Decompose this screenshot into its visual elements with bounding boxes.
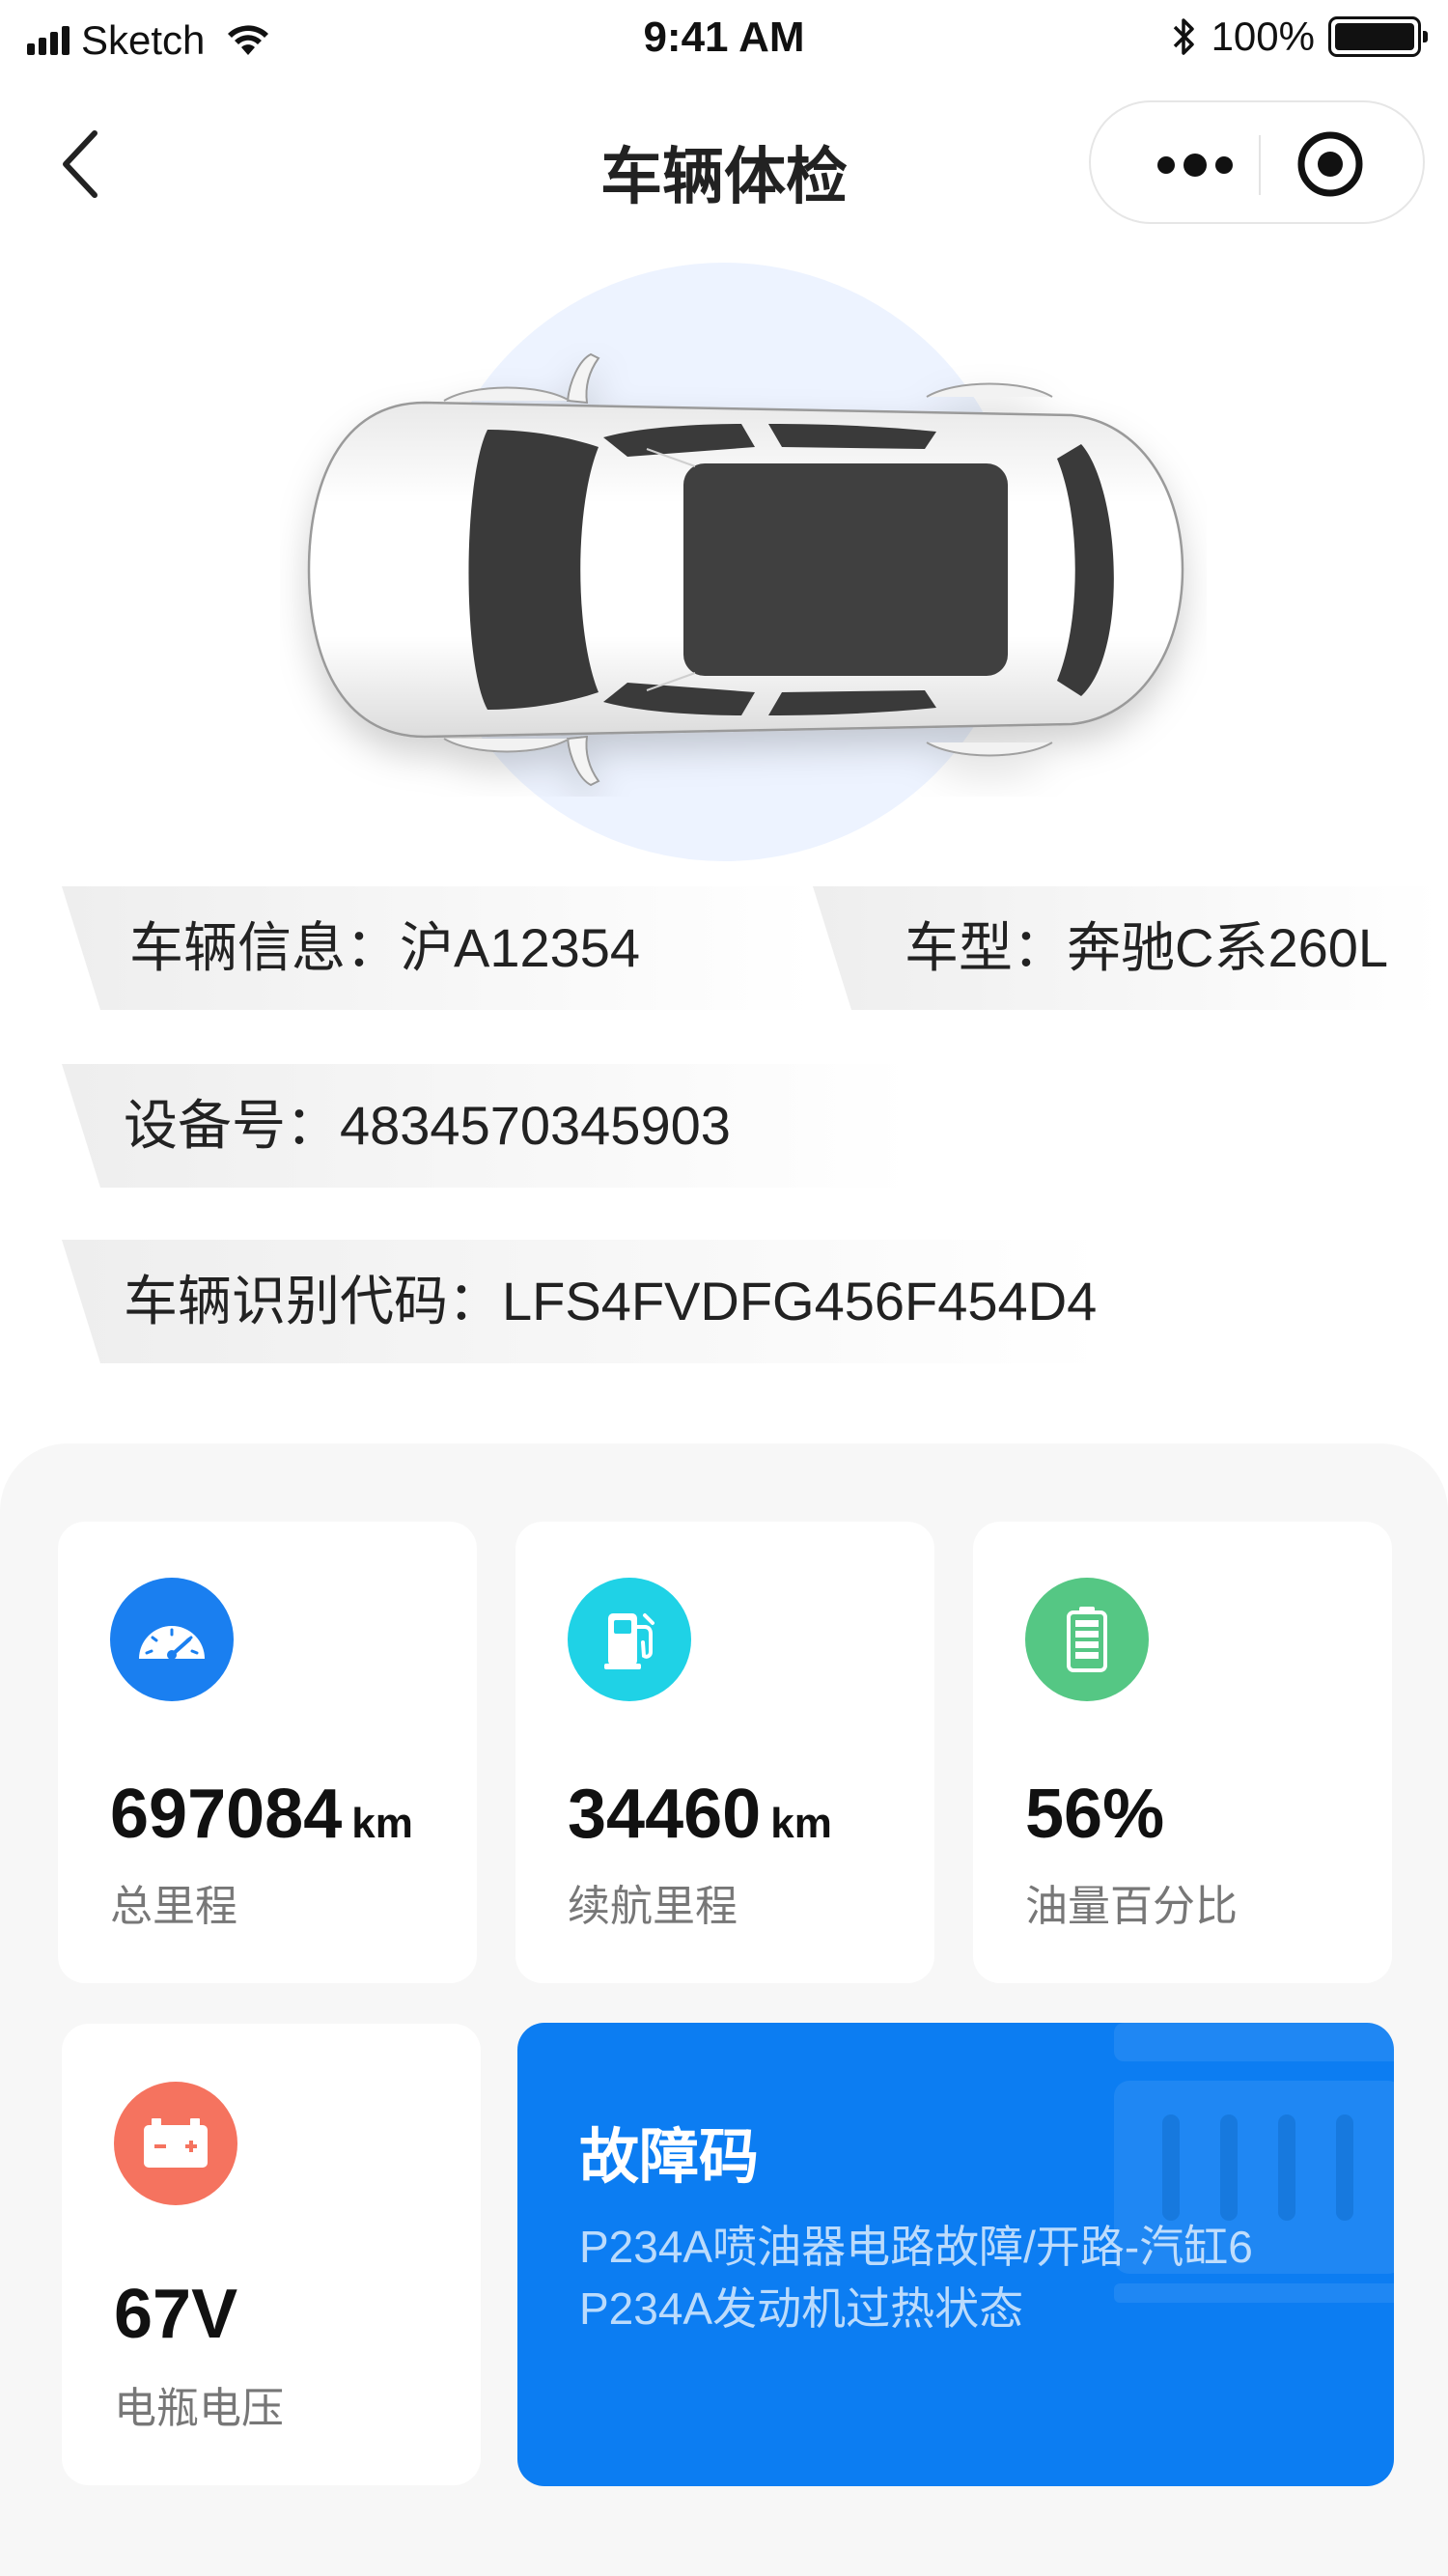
- car-top-view-illustration: [307, 352, 1184, 787]
- total-mileage-number: 697084: [110, 1776, 343, 1853]
- battery-percentage: 100%: [1211, 14, 1315, 59]
- battery-icon: [1328, 16, 1428, 57]
- range-unit: km: [770, 1800, 832, 1847]
- car-battery-icon: [114, 2082, 237, 2205]
- mini-program-capsule: [1089, 100, 1425, 224]
- range-value: 34460 km: [568, 1775, 832, 1854]
- status-bar-right: 100%: [1169, 14, 1428, 60]
- plate-info-text: 车辆信息：沪A12354: [129, 917, 641, 978]
- battery-level-icon: [1025, 1578, 1149, 1701]
- fuel-percentage-label: 油量百分比: [1025, 1883, 1238, 1930]
- fault-code-line: P234A喷油器电路故障/开路-汽缸6: [579, 2222, 1253, 2272]
- range-number: 34460: [568, 1776, 762, 1853]
- status-bar: Sketch 9:41 AM 100%: [0, 0, 1448, 81]
- battery-voltage-value: 67V: [114, 2275, 247, 2354]
- vin-info-text: 车辆识别代码：LFS4FVDFG456F454D4: [124, 1271, 1098, 1331]
- plate-info-tag: 车辆信息：沪A12354: [62, 881, 815, 1016]
- fault-code-card[interactable]: 故障码 P234A喷油器电路故障/开路-汽缸6 P234A发动机过热状态: [517, 2023, 1394, 2486]
- total-mileage-value: 697084 km: [110, 1775, 413, 1854]
- fuel-percentage-number: 56%: [1025, 1776, 1165, 1853]
- bluetooth-icon: [1173, 18, 1194, 55]
- total-mileage-label: 总里程: [110, 1883, 237, 1930]
- capsule-divider: [1259, 135, 1261, 195]
- speedometer-icon: [110, 1578, 234, 1701]
- device-info-text: 设备号：4834570345903: [124, 1095, 731, 1156]
- fuel-percentage-value: 56%: [1025, 1775, 1174, 1854]
- fault-code-title: 故障码: [579, 2124, 760, 2191]
- stat-card-battery-voltage[interactable]: 67V 电瓶电压: [62, 2024, 481, 2485]
- stat-card-total-mileage[interactable]: 697084 km 总里程: [58, 1522, 477, 1983]
- device-info-tag: 设备号：4834570345903: [62, 1058, 911, 1193]
- battery-voltage-label: 电瓶电压: [114, 2385, 284, 2432]
- model-info-tag: 车型：奔驰C系260L: [813, 881, 1440, 1016]
- stat-card-fuel-percentage[interactable]: 56% 油量百分比: [973, 1522, 1392, 1983]
- stat-card-range[interactable]: 34460 km 续航里程: [515, 1522, 934, 1983]
- battery-voltage-number: 67V: [114, 2276, 238, 2353]
- navigation-bar: 车辆体检: [0, 87, 1448, 241]
- range-label: 续航里程: [568, 1883, 738, 1930]
- model-info-text: 车型：奔驰C系260L: [905, 917, 1389, 978]
- fuel-pump-icon: [568, 1578, 691, 1701]
- total-mileage-unit: km: [351, 1800, 413, 1847]
- close-mini-program-icon[interactable]: [1294, 127, 1367, 201]
- fault-code-line: P234A发动机过热状态: [579, 2283, 1024, 2334]
- more-options-icon[interactable]: [1141, 141, 1257, 189]
- vin-info-tag: 车辆识别代码：LFS4FVDFG456F454D4: [62, 1234, 1104, 1369]
